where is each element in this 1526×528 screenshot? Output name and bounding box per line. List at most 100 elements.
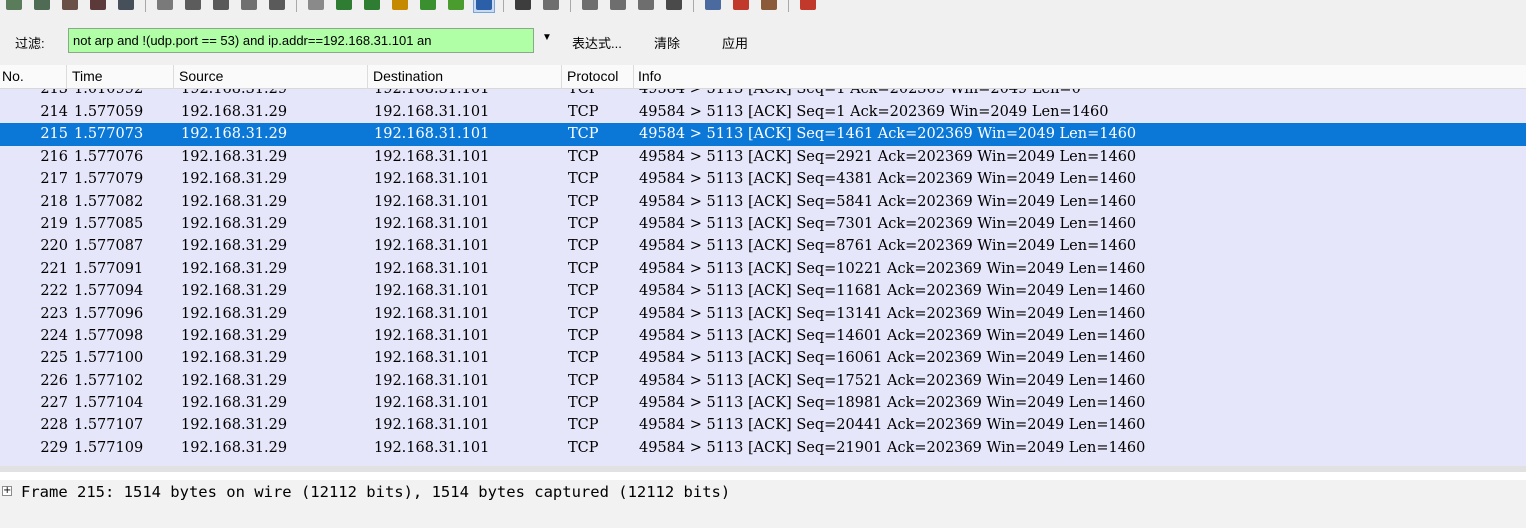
cell-dst: 192.168.31.101: [374, 350, 490, 367]
column-divider[interactable]: [367, 65, 368, 89]
open-icon-glyph: [157, 0, 173, 10]
cell-no: 228: [40, 417, 68, 434]
table-row[interactable]: 228 1.577107 192.168.31.29 192.168.31.101 TC…: [0, 414, 1526, 437]
coloring-icon[interactable]: [760, 0, 778, 11]
expression-button[interactable]: 表达式...: [572, 33, 622, 52]
table-row[interactable]: 217 1.577079 192.168.31.29 192.168.31.101 TC…: [0, 168, 1526, 191]
cell-proto: TCP: [568, 395, 599, 412]
cell-proto: TCP: [568, 439, 599, 456]
zoom-normal-icon[interactable]: [637, 0, 655, 11]
cell-info: 49584 > 5113 [ACK] Seq=7301 Ack=202369 W…: [639, 215, 1137, 232]
column-header-no[interactable]: No.: [2, 68, 24, 84]
table-row[interactable]: 227 1.577104 192.168.31.29 192.168.31.101 TC…: [0, 392, 1526, 415]
cell-proto: TCP: [568, 89, 599, 97]
table-row[interactable]: 224 1.577098 192.168.31.29 192.168.31.101 TC…: [0, 324, 1526, 348]
table-row[interactable]: 213 1.010992 192.168.31.29 192.168.31.101 TC…: [0, 89, 1526, 101]
back-icon[interactable]: [335, 0, 353, 11]
table-row[interactable]: 223 1.577096 192.168.31.29 192.168.31.101 TC…: [0, 302, 1526, 325]
cell-time: 1.577102: [74, 372, 144, 389]
column-divider[interactable]: [633, 65, 634, 89]
save-icon[interactable]: [184, 0, 202, 11]
column-header-destination[interactable]: Destination: [373, 68, 443, 84]
table-row[interactable]: 229 1.577109 192.168.31.29 192.168.31.101 TC…: [0, 436, 1526, 460]
stop-icon[interactable]: [89, 0, 107, 11]
table-row[interactable]: 221 1.577091 192.168.31.29 192.168.31.101 TC…: [0, 257, 1526, 281]
table-row[interactable]: 216 1.577076 192.168.31.29 192.168.31.101 TC…: [0, 145, 1526, 169]
open-icon[interactable]: [156, 0, 174, 11]
cell-time: 1.577085: [74, 215, 144, 232]
colorize-icon[interactable]: [514, 0, 532, 11]
table-row[interactable]: 226 1.577102 192.168.31.29 192.168.31.101 TC…: [0, 369, 1526, 393]
cell-time: 1.577073: [74, 126, 144, 143]
cell-no: 218: [40, 193, 68, 210]
packet-list[interactable]: No. Time Source Destination Protocol Inf…: [0, 65, 1526, 466]
table-row[interactable]: 225 1.577100 192.168.31.29 192.168.31.101 TC…: [0, 347, 1526, 370]
expand-icon[interactable]: +: [2, 486, 12, 496]
table-row[interactable]: 220 1.577087 192.168.31.29 192.168.31.101 TC…: [0, 235, 1526, 258]
cell-time: 1.577109: [74, 439, 144, 456]
clear-button[interactable]: 清除: [654, 33, 680, 52]
first-icon[interactable]: [419, 0, 437, 11]
display-filter-icon[interactable]: [732, 0, 750, 11]
print-icon[interactable]: [268, 0, 286, 11]
apply-button[interactable]: 应用: [722, 33, 748, 52]
cell-proto: TCP: [568, 148, 599, 165]
forward-icon[interactable]: [363, 0, 381, 11]
zoom-in-icon[interactable]: [581, 0, 599, 11]
table-row[interactable]: 219 1.577085 192.168.31.29 192.168.31.101 TC…: [0, 212, 1526, 236]
cell-no: 214: [40, 104, 68, 120]
table-row[interactable]: 222 1.577094 192.168.31.29 192.168.31.101 TC…: [0, 280, 1526, 303]
column-header-info[interactable]: Info: [638, 68, 661, 84]
packet-rows: 213 1.010992 192.168.31.29 192.168.31.101 TC…: [0, 89, 1526, 460]
cell-src: 192.168.31.29: [181, 283, 288, 300]
zoom-out-icon[interactable]: [609, 0, 627, 11]
restart-icon[interactable]: [117, 0, 135, 11]
detail-frame-line[interactable]: + Frame 215: 1514 bytes on wire (12112 b…: [0, 480, 1526, 504]
cell-info: 49584 > 5113 [ACK] Seq=5841 Ack=202369 W…: [639, 193, 1137, 210]
cell-proto: TCP: [568, 327, 599, 344]
interfaces-icon-glyph: [6, 0, 22, 10]
zoom-in-icon-glyph: [582, 0, 598, 10]
table-row[interactable]: 214 1.577059 192.168.31.29 192.168.31.101 TC…: [0, 101, 1526, 124]
cell-dst: 192.168.31.101: [374, 171, 490, 188]
column-header-protocol[interactable]: Protocol: [567, 68, 618, 84]
cell-time: 1.010992: [74, 89, 144, 97]
goto-icon[interactable]: [391, 0, 409, 11]
column-divider[interactable]: [173, 65, 174, 89]
display-filter-input[interactable]: not arp and !(udp.port == 53) and ip.add…: [68, 28, 534, 53]
options-icon[interactable]: [33, 0, 51, 11]
restart-icon-glyph: [118, 0, 134, 10]
filter-toolbar: 过滤: not arp and !(udp.port == 53) and ip…: [0, 19, 1526, 65]
toolbar-separator: [788, 0, 789, 12]
cell-dst: 192.168.31.101: [374, 238, 490, 255]
cell-proto: TCP: [568, 104, 599, 120]
table-row[interactable]: 218 1.577082 192.168.31.29 192.168.31.101 TC…: [0, 190, 1526, 213]
reload-icon[interactable]: [240, 0, 258, 11]
autosize-icon[interactable]: [542, 0, 560, 11]
prefs-icon[interactable]: [799, 0, 817, 11]
capture-filter-icon[interactable]: [704, 0, 722, 11]
packet-list-header: No. Time Source Destination Protocol Inf…: [0, 65, 1526, 89]
start-icon[interactable]: [61, 0, 79, 11]
find-icon[interactable]: [307, 0, 325, 11]
cell-no: 222: [40, 283, 68, 300]
column-divider[interactable]: [561, 65, 562, 89]
column-divider[interactable]: [66, 65, 67, 89]
last-icon[interactable]: [447, 0, 465, 11]
autoscroll-icon[interactable]: [473, 0, 495, 13]
cell-proto: TCP: [568, 193, 599, 210]
find-icon-glyph: [308, 0, 324, 10]
cell-info: 49584 > 5113 [ACK] Seq=1 Ack=202369 Win=…: [639, 89, 1081, 97]
table-row[interactable]: 215 1.577073 192.168.31.29 192.168.31.101 TC…: [0, 123, 1526, 146]
cell-src: 192.168.31.29: [181, 238, 288, 255]
resize-icon[interactable]: [665, 0, 683, 11]
column-header-time[interactable]: Time: [72, 68, 103, 84]
close-icon[interactable]: [212, 0, 230, 11]
interfaces-icon[interactable]: [5, 0, 23, 11]
column-header-source[interactable]: Source: [179, 68, 223, 84]
cell-src: 192.168.31.29: [181, 89, 288, 97]
first-icon-glyph: [420, 0, 436, 10]
cell-no: 225: [40, 350, 68, 367]
filter-dropdown-icon[interactable]: ▼: [542, 32, 552, 43]
cell-time: 1.577107: [74, 417, 144, 434]
